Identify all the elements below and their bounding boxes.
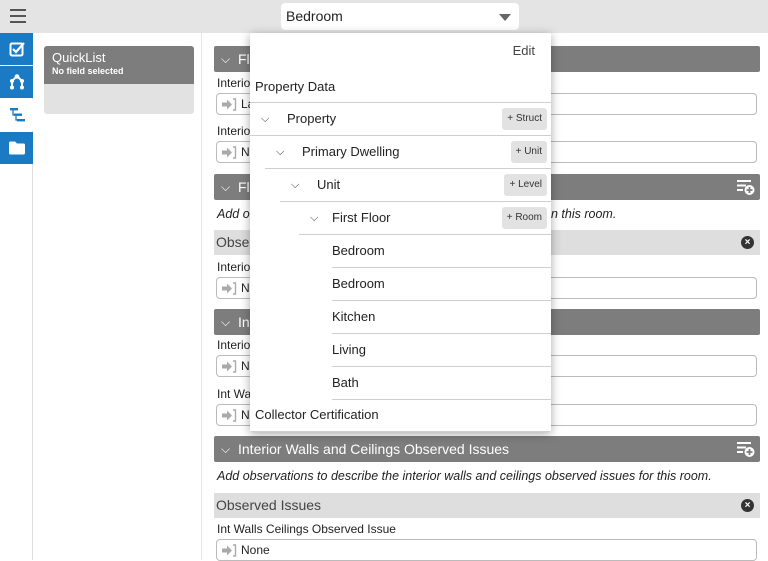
tree-item-unit[interactable]: ⌵︎ Unit + Level <box>280 169 551 202</box>
tree-item-label: Primary Dwelling <box>302 144 400 159</box>
chevron-double-down-icon: ⌵︎ <box>221 180 231 194</box>
arrow-right-into-icon <box>222 282 237 295</box>
tree-item-room[interactable]: Bedroom <box>332 268 551 301</box>
section-description-start: Add o <box>217 207 250 221</box>
tree-item-label: Living <box>332 342 366 357</box>
rail-structure-button[interactable] <box>0 66 33 98</box>
tree-item-label: Unit <box>317 177 341 192</box>
quicklist-header: QuickList No field selected <box>44 46 194 84</box>
observation-bar-label: Obser <box>216 234 255 250</box>
top-bar: Bedroom <box>0 0 768 33</box>
popover-header: Property Data <box>250 71 551 103</box>
tree-item-first-floor[interactable]: ⌵︎ First Floor + Room <box>299 202 551 235</box>
arrow-right-into-icon <box>222 360 237 373</box>
caret-down-icon <box>499 14 511 21</box>
chevron-double-down-icon[interactable]: ⌵︎ <box>261 103 269 135</box>
remove-observation-icon[interactable]: × <box>741 499 754 512</box>
add-unit-button[interactable]: + Unit <box>510 141 547 163</box>
tree-item-room[interactable]: Kitchen <box>332 301 551 334</box>
field-input[interactable]: None <box>216 539 757 561</box>
left-rail <box>0 33 33 560</box>
quicklist-subtitle: No field selected <box>52 66 124 76</box>
rail-files-button[interactable] <box>0 132 33 164</box>
add-room-button[interactable]: + Room <box>501 207 547 229</box>
add-struct-button[interactable]: + Struct <box>502 108 547 130</box>
field-value: None <box>241 543 270 557</box>
add-level-button[interactable]: + Level <box>504 174 547 196</box>
hamburger-icon[interactable] <box>10 9 26 23</box>
room-selector[interactable]: Bedroom <box>281 3 519 30</box>
collector-certification-item[interactable]: Collector Certification <box>250 399 551 432</box>
remove-observation-icon[interactable]: × <box>741 236 754 249</box>
arrow-right-into-icon <box>222 98 237 111</box>
property-data-popover: Edit Property Data ⌵︎ Property + Struct … <box>250 33 551 432</box>
tree-item-label: Bedroom <box>332 276 385 291</box>
chevron-double-down-icon: ⌵︎ <box>221 442 231 456</box>
field-label: Interio <box>217 76 251 90</box>
field-label: Int Walls Ceilings Observed Issue <box>217 522 396 536</box>
field-label: Interio <box>217 260 251 274</box>
section-header-interior-walls-ceilings-observed-issues[interactable]: ⌵︎ Interior Walls and Ceilings Observed … <box>214 436 760 462</box>
tree-item-room[interactable]: Bath <box>332 367 551 400</box>
section-description-end: n this room. <box>551 207 617 221</box>
tree-item-label: Bedroom <box>332 243 385 258</box>
rail-checklist-button[interactable] <box>0 33 33 65</box>
quicklist-panel: QuickList No field selected <box>44 46 194 114</box>
tree-item-label: Property <box>287 111 337 126</box>
arrow-right-into-icon <box>222 409 237 422</box>
rail-hierarchy-button[interactable] <box>0 99 33 131</box>
arrow-right-into-icon <box>222 544 237 557</box>
chevron-double-down-icon[interactable]: ⌵︎ <box>276 136 284 168</box>
tree-item-label: First Floor <box>332 210 391 225</box>
tree-item-primary-dwelling[interactable]: ⌵︎ Primary Dwelling + Unit <box>265 136 551 169</box>
section-description: Add observations to describe the interio… <box>217 469 712 483</box>
section-title: Interior Walls and Ceilings Observed Iss… <box>238 441 510 457</box>
chevron-double-down-icon: ⌵︎ <box>221 52 231 66</box>
chevron-double-down-icon[interactable]: ⌵︎ <box>310 202 318 234</box>
node-graph-icon <box>9 74 24 90</box>
field-label: Int Wa <box>217 387 252 401</box>
arrow-right-into-icon <box>222 146 237 159</box>
observation-bar: Observed Issues × <box>214 493 760 518</box>
checkbox-icon <box>9 42 25 57</box>
panel-divider <box>201 33 202 560</box>
add-list-icon[interactable] <box>736 179 756 196</box>
tree-hierarchy-icon <box>9 108 25 122</box>
quicklist-title: QuickList <box>52 50 106 65</box>
tree-item-label: Bath <box>332 375 359 390</box>
room-selector-value: Bedroom <box>286 8 343 24</box>
field-label: Interio <box>217 124 251 138</box>
add-list-icon[interactable] <box>736 441 756 458</box>
tree-item-room[interactable]: Living <box>332 334 551 367</box>
edit-button[interactable]: Edit <box>513 43 535 58</box>
field-label: Interio <box>217 338 251 352</box>
chevron-double-down-icon: ⌵︎ <box>221 315 231 329</box>
tree-item-room[interactable]: Bedroom <box>332 235 551 268</box>
chevron-double-down-icon[interactable]: ⌵︎ <box>291 169 299 201</box>
tree-item-property[interactable]: ⌵︎ Property + Struct <box>250 103 551 136</box>
observation-bar-label: Observed Issues <box>216 497 322 513</box>
folder-icon <box>8 141 25 155</box>
tree-item-label: Kitchen <box>332 309 376 324</box>
